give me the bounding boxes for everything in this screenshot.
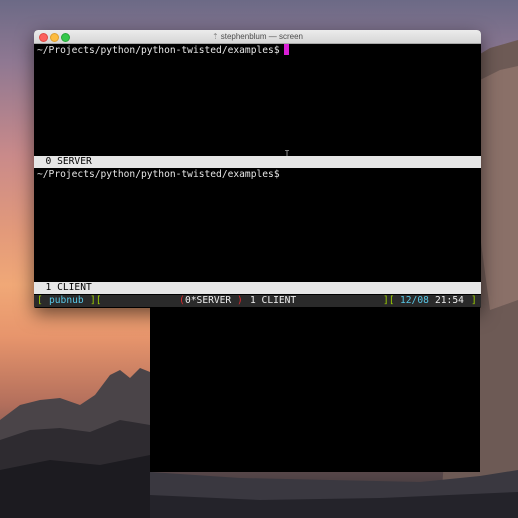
window-title: ⇡ stephenblum — screen <box>212 32 303 41</box>
status-windows-open: ( <box>179 295 185 306</box>
status-right-bracket: ][ <box>383 295 395 306</box>
status-active-window[interactable]: 0*SERVER <box>185 295 231 307</box>
terminal-window[interactable]: ⇡ stephenblum — screen ~/Projects/python/… <box>34 30 481 308</box>
top-pane-prompt: ~/Projects/python/python-twisted/example… <box>37 45 280 56</box>
status-open-bracket: [ <box>37 295 43 306</box>
screen-status-bar: [ pubnub ][ ( 0*SERVER ) 1 CLIENT ][ 12/… <box>34 295 481 307</box>
terminal-body[interactable]: ~/Projects/python/python-twisted/example… <box>34 44 481 308</box>
status-date: 12/08 <box>400 295 429 306</box>
title-bar[interactable]: ⇡ stephenblum — screen <box>34 30 481 44</box>
status-close-bracket: ] <box>471 295 477 306</box>
status-windows-close: ) <box>237 295 243 306</box>
text-cursor <box>283 44 289 55</box>
status-hostname: pubnub <box>49 295 84 306</box>
status-mid-bracket: ][ <box>90 295 102 306</box>
status-other-window[interactable]: 1 CLIENT <box>250 295 296 307</box>
top-pane-caption[interactable]: 0 SERVER <box>34 156 481 168</box>
bottom-pane-caption[interactable]: 1 CLIENT <box>34 282 481 294</box>
status-time: 21:54 <box>435 295 464 306</box>
top-pane-prompt-line: ~/Projects/python/python-twisted/example… <box>37 44 289 57</box>
bottom-pane-prompt: ~/Projects/python/python-twisted/example… <box>37 169 280 180</box>
arrow-up-icon: ⇡ <box>212 32 219 41</box>
